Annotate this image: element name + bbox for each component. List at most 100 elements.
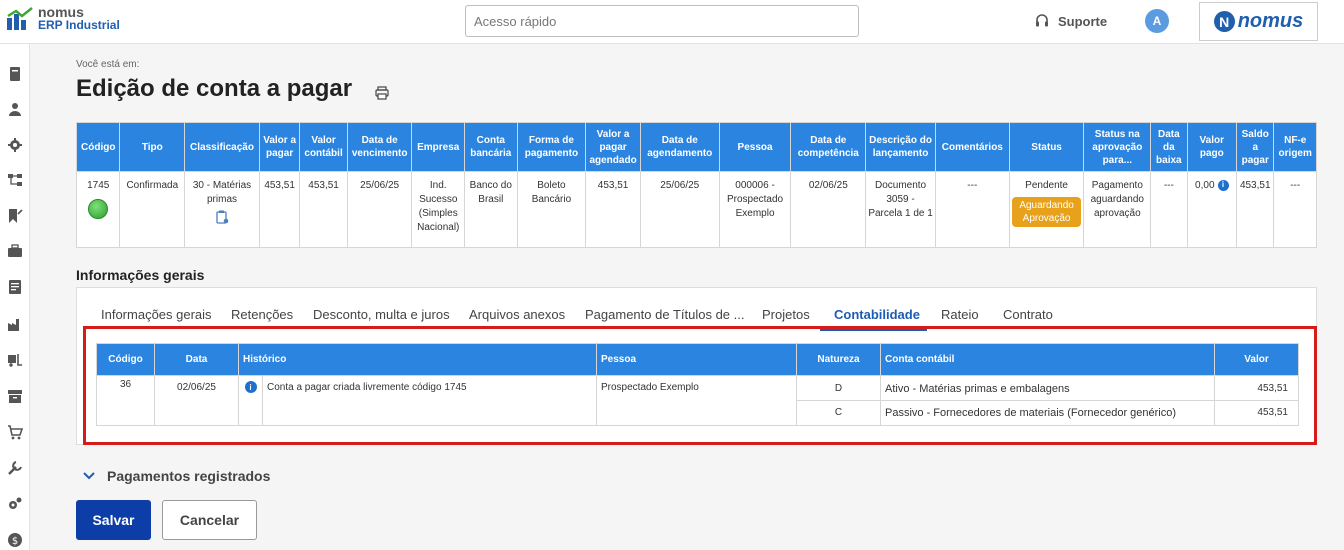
app-logo[interactable]: nomus ERP Industrial bbox=[6, 5, 120, 32]
pagamentos-label: Pagamentos registrados bbox=[107, 468, 271, 484]
col-nfe-origem[interactable]: NF-e origem bbox=[1273, 122, 1317, 172]
cell-data-vencimento: 25/06/25 bbox=[346, 171, 413, 248]
cell-empresa: Ind. Sucesso (Simples Nacional) bbox=[411, 171, 466, 248]
brand-letter: N bbox=[1213, 11, 1235, 32]
pagamentos-toggle[interactable]: Pagamentos registrados bbox=[83, 468, 270, 484]
info-icon[interactable]: i bbox=[1217, 179, 1229, 191]
top-bar: nomus ERP Industrial Suporte A N nomus bbox=[0, 0, 1344, 44]
tab-pagamento-titulos[interactable]: Pagamento de Títulos de ... bbox=[585, 307, 744, 322]
cell-data-agendamento: 25/06/25 bbox=[639, 171, 720, 248]
breadcrumb: Você está em: bbox=[76, 59, 140, 70]
col-status-aprovacao[interactable]: Status na aprovação para... bbox=[1083, 122, 1152, 172]
cell-classificacao: 30 - Matérias primas bbox=[184, 171, 260, 248]
tab-arquivos-anexos[interactable]: Arquivos anexos bbox=[469, 307, 565, 322]
tab-rateio[interactable]: Rateio bbox=[941, 307, 979, 322]
col-valor-contabil[interactable]: Valor contábil bbox=[299, 122, 348, 172]
brand-name: nomus bbox=[1237, 10, 1304, 32]
col-comentarios[interactable]: Comentários bbox=[934, 122, 1010, 172]
col-pessoa[interactable]: Pessoa bbox=[718, 122, 792, 172]
factory-icon[interactable] bbox=[7, 316, 23, 332]
summary-table: Código Tipo Classificação Valor a pagar … bbox=[75, 122, 1317, 248]
col-conta-bancaria[interactable]: Conta bancária bbox=[464, 122, 518, 172]
col-data-baixa[interactable]: Data da baixa bbox=[1150, 122, 1188, 172]
report-icon[interactable] bbox=[7, 279, 23, 295]
book-icon[interactable] bbox=[7, 66, 23, 82]
classificacao-value: 30 - Matérias primas bbox=[192, 180, 252, 205]
col-classificacao[interactable]: Classificação bbox=[184, 122, 260, 172]
col-codigo[interactable]: Código bbox=[75, 122, 121, 172]
quick-access-input[interactable] bbox=[465, 5, 859, 37]
codigo-value: 1745 bbox=[87, 180, 110, 191]
flow-icon[interactable] bbox=[7, 172, 23, 188]
col-forma-pagamento[interactable]: Forma de pagamento bbox=[516, 122, 587, 172]
user-icon[interactable] bbox=[7, 101, 23, 117]
tab-desconto-multa-juros[interactable]: Desconto, multa e juros bbox=[313, 307, 450, 322]
cell-valor-contabil: 453,51 bbox=[299, 171, 348, 248]
cell-valor-agendado: 453,51 bbox=[585, 171, 641, 248]
cell-forma-pagamento: Boleto Bancário bbox=[516, 171, 587, 248]
cell-nfe-origem: --- bbox=[1273, 171, 1317, 248]
summary-row: 1745 Confirmada 30 - Matérias primas 453… bbox=[75, 171, 1317, 248]
box-icon[interactable] bbox=[7, 388, 23, 404]
cell-pessoa: 000006 - Prospectado Exemplo bbox=[718, 171, 792, 248]
cell-valor-pago: 0,00 i bbox=[1186, 171, 1238, 248]
cell-valor-a-pagar: 453,51 bbox=[258, 171, 301, 248]
cell-tipo: Confirmada bbox=[119, 171, 186, 248]
tab-contrato[interactable]: Contrato bbox=[1003, 307, 1053, 322]
avatar[interactable]: A bbox=[1145, 9, 1169, 33]
gear-icon[interactable] bbox=[7, 137, 23, 153]
logo-line2: ERP Industrial bbox=[38, 18, 120, 32]
section-title: Informações gerais bbox=[76, 267, 205, 283]
sidebar: $ bbox=[0, 44, 30, 550]
save-button[interactable]: Salvar bbox=[76, 500, 151, 540]
support-label: Suporte bbox=[1058, 13, 1108, 29]
logo-chart-icon bbox=[6, 6, 34, 32]
col-saldo-a-pagar[interactable]: Saldo a pagar bbox=[1236, 122, 1275, 172]
col-empresa[interactable]: Empresa bbox=[411, 122, 466, 172]
tab-informacoes-gerais[interactable]: Informações gerais bbox=[101, 307, 212, 322]
cell-descricao: Documento 3059 - Parcela 1 de 1 bbox=[865, 171, 936, 248]
cancel-button[interactable]: Cancelar bbox=[162, 500, 257, 540]
dollar-icon[interactable]: $ bbox=[7, 532, 23, 548]
highlight-box bbox=[83, 326, 1317, 445]
valor-pago-value: 0,00 bbox=[1195, 180, 1215, 191]
clipboard-icon[interactable] bbox=[215, 210, 229, 224]
print-icon[interactable] bbox=[375, 86, 389, 100]
brand-logo: N nomus bbox=[1199, 2, 1318, 41]
col-data-agendamento[interactable]: Data de agendamento bbox=[639, 122, 720, 172]
tab-retencoes[interactable]: Retenções bbox=[231, 307, 293, 322]
cell-status-aprovacao: Pagamento aguardando aprovação bbox=[1083, 171, 1152, 248]
svg-text:$: $ bbox=[12, 536, 18, 547]
cell-data-competencia: 02/06/25 bbox=[790, 171, 867, 248]
col-valor-agendado[interactable]: Valor a pagar agendado bbox=[585, 122, 641, 172]
chevron-down-icon bbox=[83, 472, 95, 480]
col-tipo[interactable]: Tipo bbox=[119, 122, 186, 172]
status-indicator-icon bbox=[88, 199, 109, 219]
cell-comentarios: --- bbox=[934, 171, 1010, 248]
headset-icon bbox=[1036, 14, 1048, 27]
col-valor-a-pagar[interactable]: Valor a pagar bbox=[258, 122, 301, 172]
bookmark-icon[interactable] bbox=[7, 208, 23, 224]
tab-contabilidade[interactable]: Contabilidade bbox=[834, 307, 920, 322]
briefcase-icon[interactable] bbox=[7, 243, 23, 259]
col-data-competencia[interactable]: Data de competência bbox=[790, 122, 867, 172]
settings-icon[interactable] bbox=[7, 496, 23, 512]
cart-icon[interactable] bbox=[7, 424, 23, 440]
status-badge: Aguardando Aprovação bbox=[1011, 197, 1082, 227]
support-link[interactable]: Suporte bbox=[1034, 13, 1107, 29]
col-descricao[interactable]: Descrição do lançamento bbox=[865, 122, 936, 172]
forklift-icon[interactable] bbox=[7, 352, 23, 368]
summary-header-row: Código Tipo Classificação Valor a pagar … bbox=[75, 122, 1317, 172]
cell-status: Pendente Aguardando Aprovação bbox=[1008, 171, 1085, 248]
status-value: Pendente bbox=[1025, 180, 1068, 191]
cell-conta-bancaria: Banco do Brasil bbox=[464, 171, 518, 248]
col-data-vencimento[interactable]: Data de vencimento bbox=[346, 122, 413, 172]
tool-icon[interactable] bbox=[7, 460, 23, 476]
cell-saldo-a-pagar: 453,51 bbox=[1236, 171, 1275, 248]
page-title: Edição de conta a pagar bbox=[76, 75, 353, 102]
col-valor-pago[interactable]: Valor pago bbox=[1186, 122, 1238, 172]
tab-projetos[interactable]: Projetos bbox=[762, 307, 810, 322]
cell-codigo: 1745 bbox=[75, 171, 121, 248]
col-status[interactable]: Status bbox=[1008, 122, 1085, 172]
cell-data-baixa: --- bbox=[1150, 171, 1188, 248]
